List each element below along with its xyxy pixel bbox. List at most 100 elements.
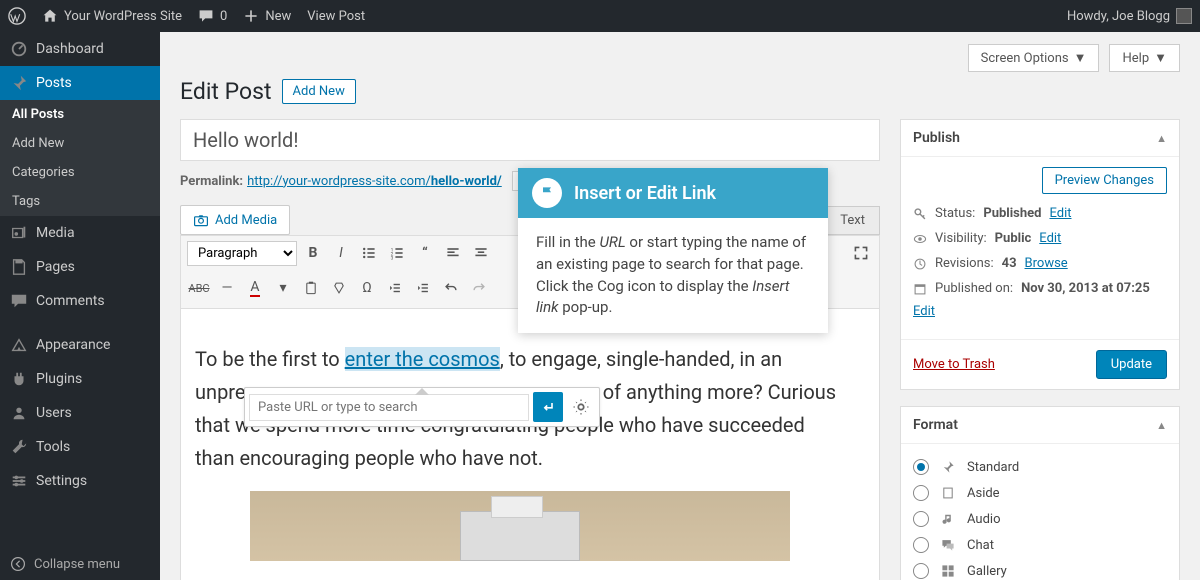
publish-title: Publish [913,130,960,146]
preview-button[interactable]: Preview Changes [1042,167,1167,194]
pages-icon [10,258,28,276]
radio-icon [913,563,929,579]
editor-content[interactable]: To be the first to enter the cosmos, to … [180,309,880,580]
sidebar-sub-categories[interactable]: Categories [0,158,160,187]
view-post-link[interactable]: View Post [307,9,365,24]
sidebar-item-tools[interactable]: Tools [0,430,160,464]
users-icon [10,404,28,422]
sidebar-label: Pages [36,259,75,275]
aligncenter-button[interactable] [469,240,493,266]
sidebar-item-dashboard[interactable]: Dashboard [0,32,160,66]
add-media-button[interactable]: Add Media [180,205,290,235]
permalink-label: Permalink: [180,174,243,189]
bold-button[interactable]: B [301,240,325,266]
undo-button[interactable] [439,275,463,301]
media-icon [10,224,28,242]
sidebar-item-comments[interactable]: Comments [0,284,160,318]
paste-button[interactable] [299,275,323,301]
wp-logo[interactable] [8,7,26,25]
sidebar-sub-allposts[interactable]: All Posts [0,100,160,129]
apply-link-button[interactable] [533,392,563,422]
settings-icon [10,472,28,490]
sidebar-item-posts[interactable]: Posts [0,66,160,100]
comments-link[interactable]: 0 [198,8,227,24]
format-select[interactable]: Paragraph [187,241,297,266]
sidebar-item-settings[interactable]: Settings [0,464,160,498]
textcolor-button[interactable]: A [243,275,267,301]
sidebar-item-appearance[interactable]: Appearance [0,328,160,362]
sidebar-label: Appearance [36,337,110,353]
omega-button[interactable]: Ω [355,275,379,301]
page-title: Edit Post [180,78,272,105]
selected-link-text: enter the cosmos [345,347,500,371]
outdent-button[interactable] [383,275,407,301]
sidebar-item-media[interactable]: Media [0,216,160,250]
site-link[interactable]: Your WordPress Site [42,8,182,24]
collapse-menu[interactable]: Collapse menu [0,548,160,580]
tab-text[interactable]: Text [825,206,880,235]
ul-button[interactable] [357,240,381,266]
help-tooltip: Insert or Edit Link Fill in the URL or s… [518,168,828,333]
revisions-icon [913,257,927,271]
new-link[interactable]: New [243,8,291,24]
plus-icon [243,8,259,24]
quote-button[interactable]: “ [413,240,437,266]
edit-visibility-link[interactable]: Edit [1039,231,1061,246]
browse-revisions-link[interactable]: Browse [1025,256,1068,271]
screen-options-button[interactable]: Screen Options ▼ [968,44,1100,72]
link-url-input[interactable] [249,394,529,421]
format-option-gallery[interactable]: Gallery [913,558,1167,580]
ol-button[interactable]: 123 [385,240,409,266]
indent-button[interactable] [411,275,435,301]
new-label: New [265,9,291,24]
content-area: Screen Options ▼ Help ▼ Edit Post Add Ne… [160,32,1200,580]
edit-date-link[interactable]: Edit [913,304,1167,319]
format-option-standard[interactable]: Standard [913,454,1167,480]
sidebar-item-pages[interactable]: Pages [0,250,160,284]
calendar-icon [913,282,927,296]
post-title-input[interactable] [180,119,880,161]
site-name: Your WordPress Site [64,9,182,24]
format-title: Format [913,417,958,433]
help-button[interactable]: Help ▼ [1109,44,1180,72]
format-option-audio[interactable]: Audio [913,506,1167,532]
music-icon [939,512,957,526]
dashboard-icon [10,40,28,58]
format-option-aside[interactable]: Aside [913,480,1167,506]
sidebar-label: Plugins [36,371,82,387]
permalink-link[interactable]: http://your-wordpress-site.com/hello-wor… [247,174,502,189]
panel-toggle[interactable]: ▲ [1156,419,1167,432]
camera-icon [193,212,209,228]
admin-bar: Your WordPress Site 0 New View Post Howd… [0,0,1200,32]
sidebar-label: Dashboard [36,41,104,57]
pin-icon [939,460,957,474]
svg-text:3: 3 [391,255,394,261]
edit-status-link[interactable]: Edit [1049,206,1071,221]
chevron-down-icon[interactable]: ▾ [271,275,295,301]
sidebar-sub-addnew[interactable]: Add New [0,129,160,158]
link-settings-button[interactable] [567,392,595,422]
plugins-icon [10,370,28,388]
publish-panel: Publish▲ Preview Changes Status: Publish… [900,119,1180,390]
sidebar-label: Posts [36,75,72,91]
sidebar-label: Comments [36,293,105,309]
post-image [250,491,790,561]
sidebar-sub-tags[interactable]: Tags [0,187,160,216]
sidebar-item-users[interactable]: Users [0,396,160,430]
update-button[interactable]: Update [1096,350,1167,379]
fullscreen-button[interactable] [849,240,873,266]
howdy-link[interactable]: Howdy, Joe Blogg [1067,8,1192,24]
tooltip-body: Fill in the URL or start typing the name… [518,218,828,333]
sidebar-label: Settings [36,473,87,489]
sidebar-item-plugins[interactable]: Plugins [0,362,160,396]
italic-button[interactable]: I [329,240,353,266]
strike-button[interactable]: ABC [187,275,211,301]
redo-button[interactable] [467,275,491,301]
format-option-chat[interactable]: Chat [913,532,1167,558]
move-to-trash-link[interactable]: Move to Trash [913,357,995,372]
alignleft-button[interactable] [441,240,465,266]
hr-button[interactable]: — [215,275,239,301]
clear-button[interactable] [327,275,351,301]
add-new-button[interactable]: Add New [282,79,356,104]
panel-toggle[interactable]: ▲ [1156,132,1167,145]
